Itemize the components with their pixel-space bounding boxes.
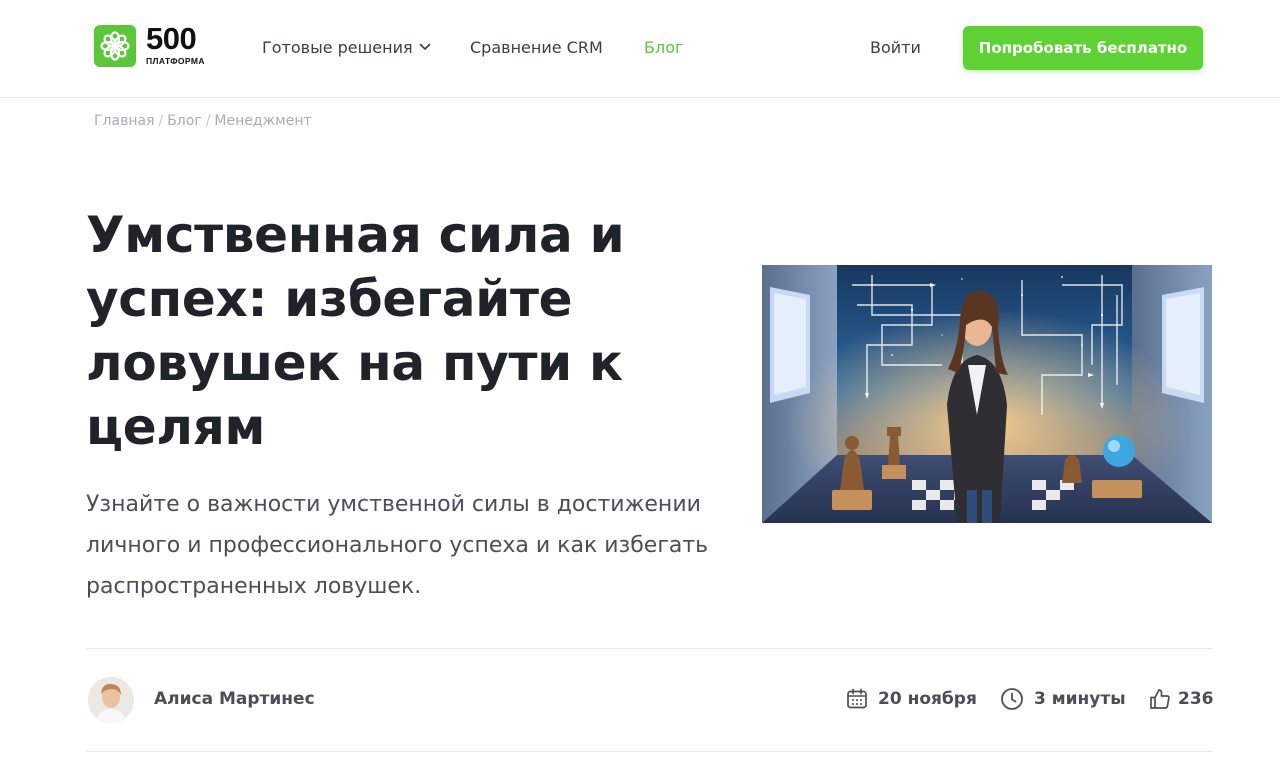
breadcrumb: Главная / Блог / Менеджмент [94,113,312,129]
read-time-text: 3 минуты [1034,689,1126,709]
nav-item-crm-comparison[interactable]: Сравнение CRM [470,38,603,57]
publish-date-text: 20 ноября [878,689,977,709]
nav-item-blog[interactable]: Блог [644,38,683,57]
likes[interactable]: 236 [1148,685,1214,713]
site-header: 500 ПЛАТФОРМА Готовые решения Сравнение … [0,0,1280,98]
avatar[interactable] [88,677,134,723]
try-free-button[interactable]: Попробовать бесплатно [963,26,1203,70]
login-link[interactable]: Войти [870,38,921,57]
author-name[interactable]: Алиса Мартинес [154,689,315,709]
article-title: Умственная сила и успех: избегайте ловуш… [86,206,625,456]
logo[interactable]: 500 ПЛАТФОРМА [94,21,224,69]
likes-count: 236 [1178,689,1214,709]
article-subtitle: Узнайте о важности умственной силы в дос… [86,492,709,599]
clock-icon [1001,688,1023,710]
thumbs-up-icon[interactable] [1148,687,1172,711]
nav-item-label: Готовые решения [262,38,413,57]
divider [86,751,1212,752]
breadcrumb-separator: / [205,113,211,129]
breadcrumb-management[interactable]: Менеджмент [214,113,311,129]
logo-subtitle: ПЛАТФОРМА [146,56,205,66]
calendar-icon [847,688,867,709]
avatar-image [88,677,134,723]
read-time: 3 минуты [1000,685,1126,713]
logo-number: 500 [146,21,197,56]
publish-date: 20 ноября [846,685,977,713]
chevron-down-icon [419,43,430,50]
breadcrumb-separator: / [158,113,164,129]
breadcrumb-home[interactable]: Главная [94,113,154,129]
divider [86,648,1212,649]
flower-logo-icon [94,25,136,67]
article-hero-image [762,265,1212,523]
breadcrumb-blog[interactable]: Блог [167,113,201,129]
nav-item-solutions[interactable]: Готовые решения [262,38,431,57]
